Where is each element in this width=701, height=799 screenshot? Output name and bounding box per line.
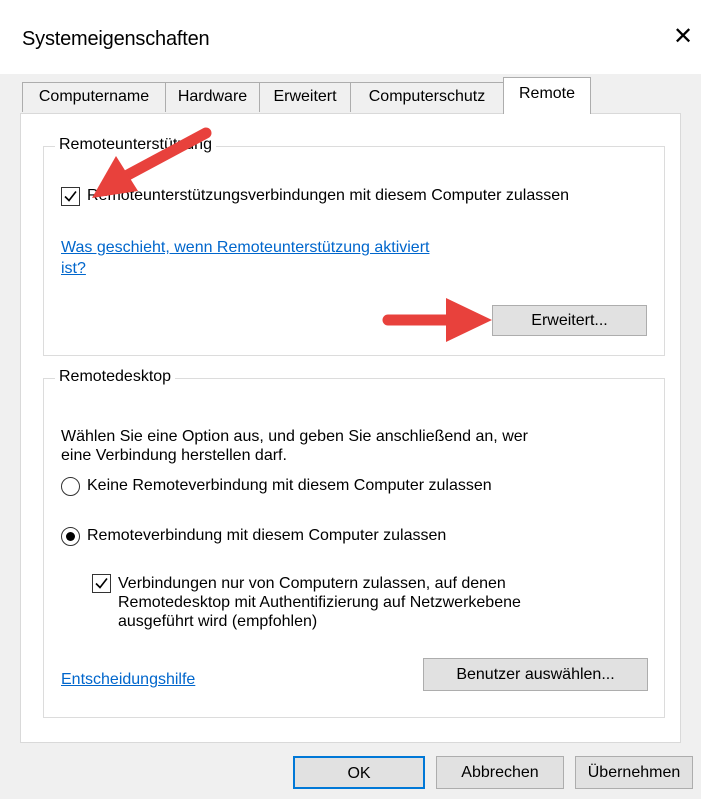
tab-remote[interactable]: Remote bbox=[503, 77, 591, 114]
apply-button[interactable]: Übernehmen bbox=[575, 756, 693, 789]
advanced-button[interactable]: Erweitert... bbox=[492, 305, 647, 336]
no-remote-connection-label[interactable]: Keine Remoteverbindung mit diesem Comput… bbox=[87, 477, 492, 495]
annotation-arrow-icon bbox=[382, 298, 492, 342]
remote-desktop-group-label: Remotedesktop bbox=[55, 368, 176, 386]
ok-button[interactable]: OK bbox=[293, 756, 425, 789]
allow-remote-assistance-checkbox[interactable] bbox=[61, 187, 80, 206]
annotation-arrow-icon bbox=[92, 127, 212, 198]
window-title: Systemeigenschaften bbox=[22, 28, 210, 50]
no-remote-connection-radio[interactable] bbox=[61, 477, 80, 496]
close-icon: ✕ bbox=[672, 23, 694, 50]
decision-help-link[interactable]: Entscheidungshilfe bbox=[61, 669, 195, 690]
allow-remote-connection-radio[interactable] bbox=[61, 527, 80, 546]
remote-desktop-group: Remotedesktop Wählen Sie eine Option aus… bbox=[43, 368, 665, 718]
select-users-button[interactable]: Benutzer auswählen... bbox=[423, 658, 648, 691]
cancel-button[interactable]: Abbrechen bbox=[436, 756, 564, 789]
tab-erweitert[interactable]: Erweitert bbox=[259, 82, 351, 112]
checkmark-icon bbox=[95, 578, 108, 589]
nla-only-label[interactable]: Verbindungen nur von Computern zulassen,… bbox=[118, 574, 521, 631]
close-button[interactable]: ✕ bbox=[668, 22, 698, 52]
remote-desktop-instruction: Wählen Sie eine Option aus, und geben Si… bbox=[61, 428, 528, 464]
system-properties-window: Systemeigenschaften ✕ Computername Hardw… bbox=[0, 0, 701, 799]
allow-remote-connection-label[interactable]: Remoteverbindung mit diesem Computer zul… bbox=[87, 527, 446, 545]
radio-selected-dot bbox=[66, 532, 75, 541]
tab-hardware[interactable]: Hardware bbox=[165, 82, 260, 112]
remote-tab-panel: Remoteunterstützung Remoteunterstützungs… bbox=[20, 113, 681, 743]
checkmark-icon bbox=[64, 191, 77, 202]
tab-computerschutz[interactable]: Computerschutz bbox=[350, 82, 504, 112]
title-bar: Systemeigenschaften ✕ bbox=[0, 0, 701, 74]
remote-assistance-help-link[interactable]: Was geschieht, wenn Remoteunterstützung … bbox=[61, 237, 429, 279]
tab-computername[interactable]: Computername bbox=[22, 82, 166, 112]
tab-strip: Computername Hardware Erweitert Computer… bbox=[22, 77, 701, 114]
nla-only-checkbox[interactable] bbox=[92, 574, 111, 593]
